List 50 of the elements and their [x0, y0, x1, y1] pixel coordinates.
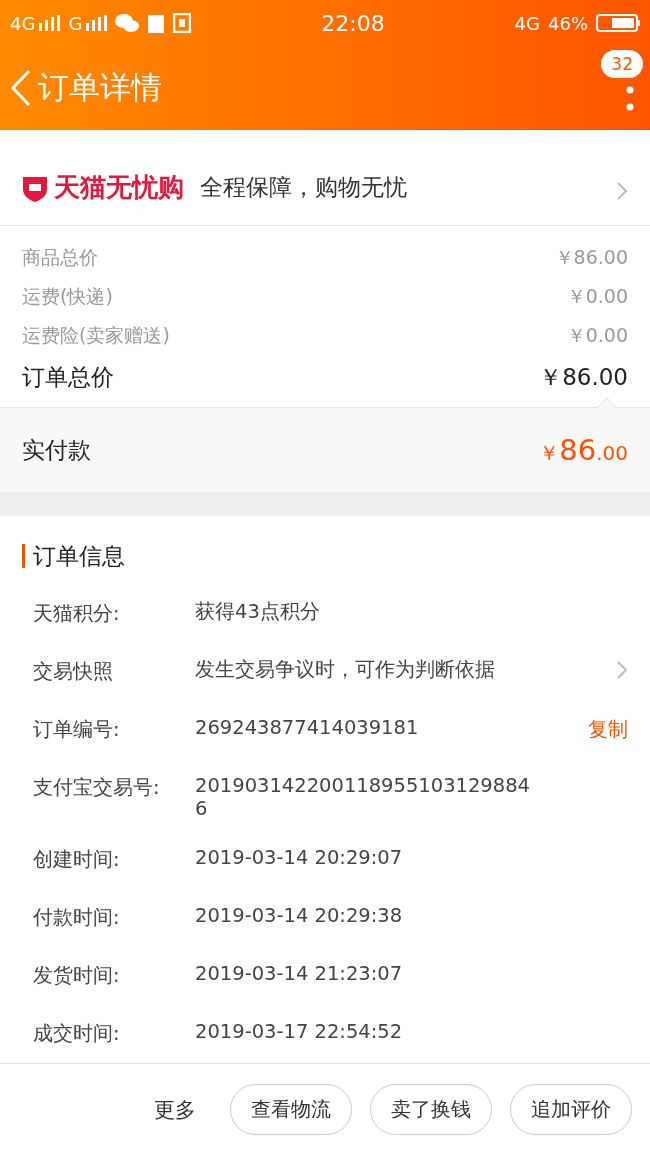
action-button[interactable]: 追加评价	[510, 1084, 632, 1135]
info-value: 获得43点积分	[195, 599, 321, 624]
battery-icon	[596, 13, 640, 33]
price-label: 商品总价	[22, 244, 98, 270]
info-label: 交易快照	[33, 659, 114, 685]
info-value: 2019-03-17 22:54:52	[195, 1019, 404, 1044]
price-value: ￥0.00	[566, 283, 628, 309]
info-label: 付款时间:	[33, 905, 121, 931]
info-label: 支付宝交易号:	[33, 775, 161, 801]
signal-icon	[85, 15, 108, 31]
price-value: ￥0.00	[566, 322, 628, 348]
info-value: 2019-03-14 20:29:07	[195, 845, 404, 870]
clock: 22:08	[320, 10, 386, 36]
info-label: 天猫积分:	[33, 601, 121, 627]
info-value: 2019-03-14 20:29:38	[195, 903, 404, 928]
more-icon[interactable]	[626, 86, 634, 112]
section-title: 订单信息	[33, 541, 125, 571]
info-value[interactable]: 发生交易争议时，可作为判断依据	[195, 654, 531, 682]
chevron-right-icon	[616, 180, 628, 201]
chevron-right-icon	[616, 660, 628, 680]
action-button[interactable]: 卖了换钱	[370, 1084, 492, 1135]
info-value: 2019031422001189551031298846	[195, 773, 531, 821]
price-value: ￥86.00	[539, 362, 628, 392]
paid-amount: ￥86.00	[539, 433, 628, 467]
info-label: 成交时间:	[33, 1021, 121, 1047]
battery-percent: 46%	[548, 12, 588, 34]
signal-label: 4G	[10, 12, 36, 34]
app-icon	[173, 13, 192, 33]
guarantee-text: 全程保障，购物无忧	[200, 173, 408, 202]
info-value: 2019-03-14 21:23:07	[195, 961, 404, 986]
notification-badge: 32	[601, 50, 643, 78]
brand-name: 天猫无忧购	[54, 171, 184, 204]
back-icon[interactable]	[10, 69, 32, 107]
chat-icon	[115, 13, 140, 33]
paid-label: 实付款	[22, 435, 91, 465]
bag-icon	[147, 13, 166, 33]
more-link[interactable]: 更多	[154, 1095, 196, 1124]
price-label: 运费险(卖家赠送)	[22, 322, 170, 348]
price-value: ￥86.00	[554, 244, 628, 270]
info-label: 创建时间:	[33, 847, 121, 873]
page-title: 订单详情	[38, 68, 162, 107]
info-value: 269243877414039181	[195, 715, 420, 740]
signal-icon	[38, 15, 61, 31]
action-button[interactable]: 查看物流	[230, 1084, 352, 1135]
network-label: 4G	[514, 12, 540, 34]
info-label: 订单编号:	[33, 717, 121, 743]
price-label: 运费(快递)	[22, 283, 113, 309]
info-label: 发货时间:	[33, 963, 121, 989]
price-label: 订单总价	[22, 362, 114, 392]
signal-label: G	[68, 12, 83, 34]
